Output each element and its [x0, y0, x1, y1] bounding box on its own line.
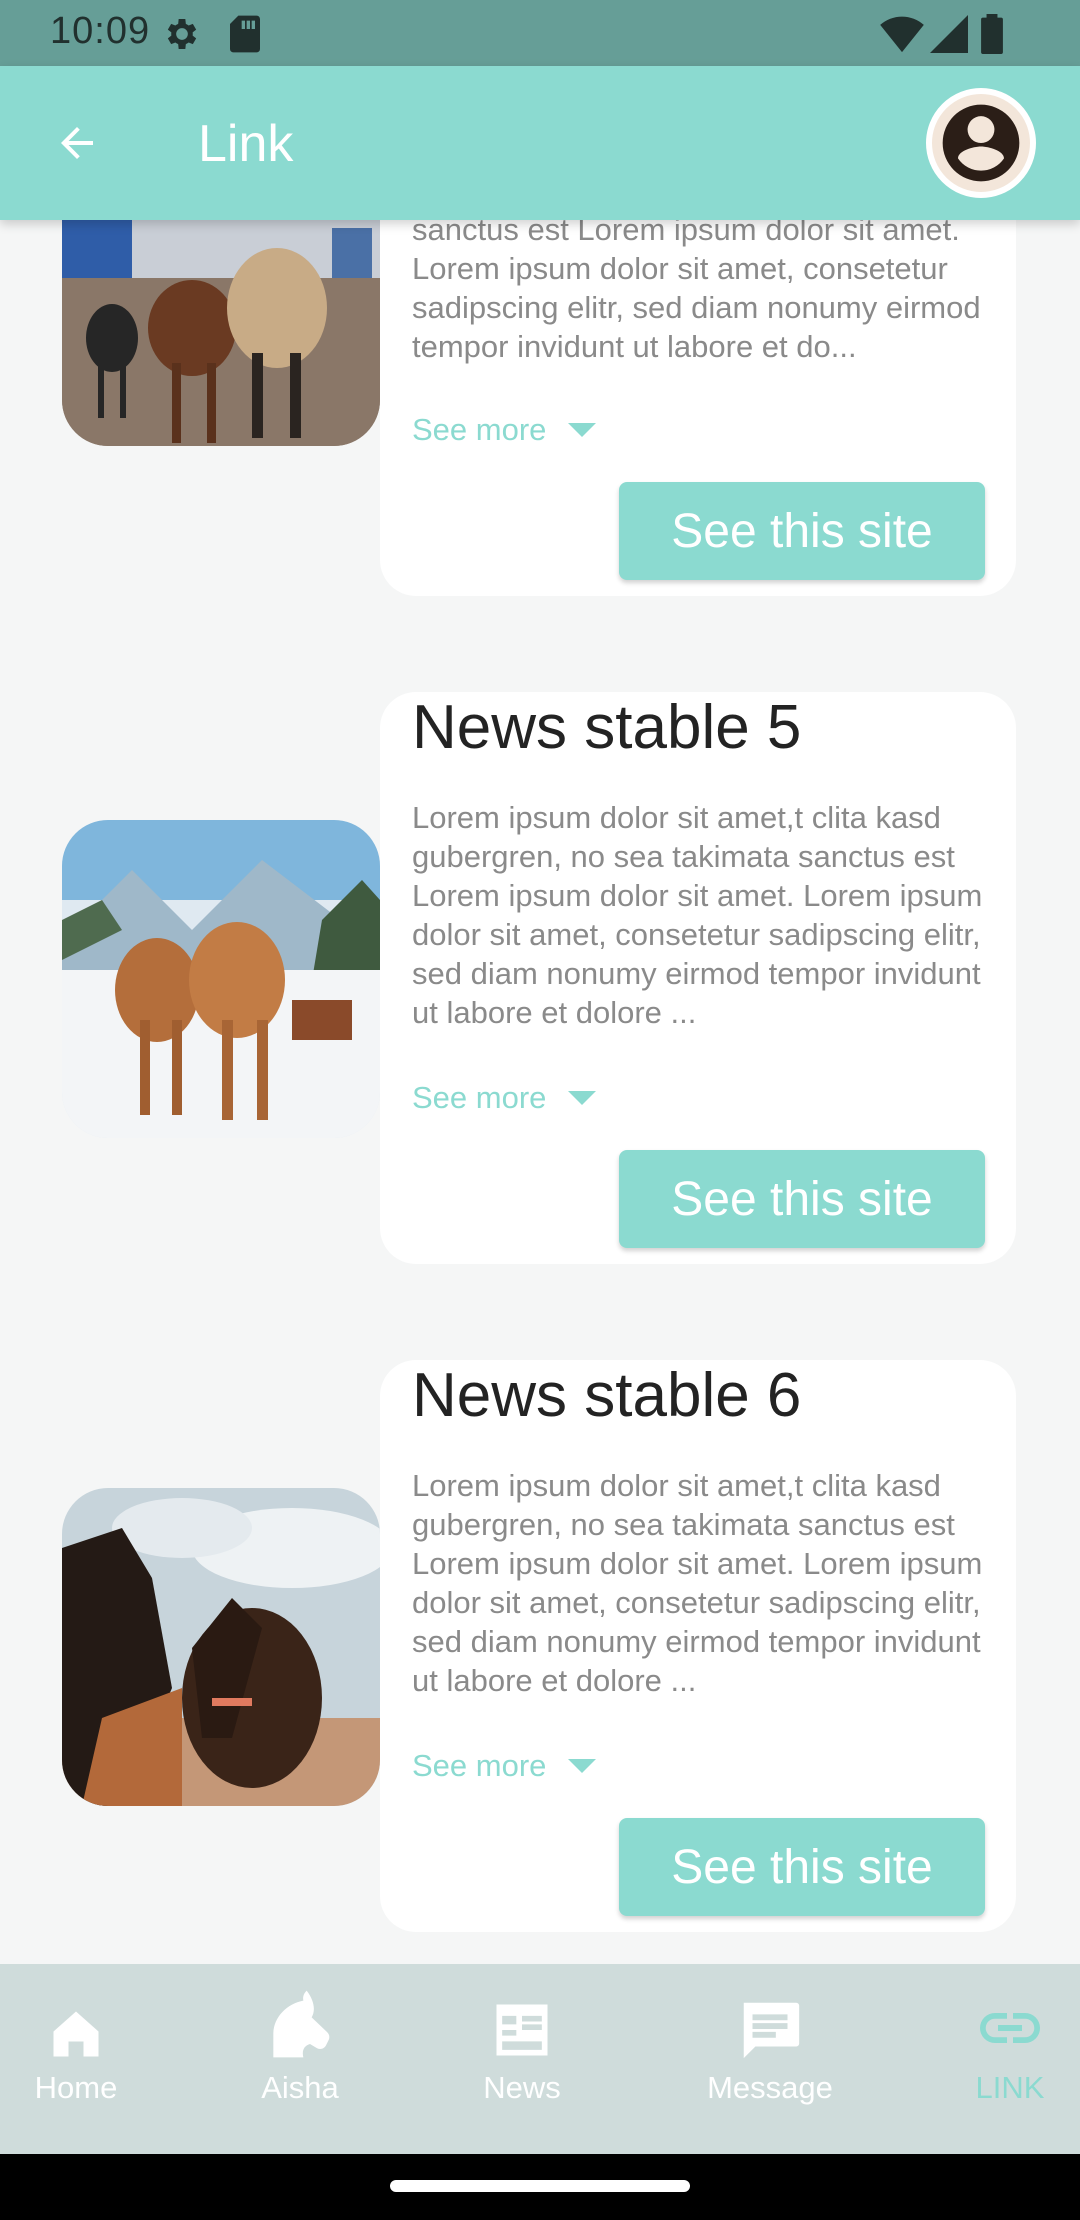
settings-gear-icon: [162, 14, 202, 59]
see-more-label: See more: [412, 1748, 547, 1783]
card-image-two-horses: [62, 1488, 380, 1806]
news-card: sanctus est Lorem ipsum dolor sit amet. …: [380, 220, 1016, 596]
nav-item-news[interactable]: News: [446, 1964, 598, 2154]
sd-card-icon: [228, 14, 262, 59]
see-more-label: See more: [412, 1080, 547, 1115]
news-card: News stable 5 Lorem ipsum dolor sit amet…: [380, 692, 1016, 1264]
expand-triangle-icon: [568, 423, 597, 437]
arrow-back-icon: [61, 127, 93, 159]
card-description: Lorem ipsum dolor sit amet,t clita kasd …: [412, 800, 983, 1030]
see-this-site-button[interactable]: See this site: [619, 1150, 985, 1248]
nav-item-aisha[interactable]: Aisha: [224, 1964, 376, 2154]
expand-triangle-icon: [568, 1091, 597, 1105]
nav-label-link: LINK: [975, 2070, 1045, 2105]
card-title: News stable 5: [412, 693, 802, 762]
nav-label-message: Message: [707, 2070, 833, 2105]
nav-label-aisha: Aisha: [261, 2070, 339, 2105]
see-more-toggle[interactable]: See more: [412, 1080, 597, 1116]
news-icon: [496, 2004, 548, 2056]
account-circle-icon: [942, 104, 1020, 182]
app-bar: Link: [0, 66, 1080, 220]
status-bar: 10:09: [0, 0, 1080, 66]
card-description: sanctus est Lorem ipsum dolor sit amet. …: [412, 220, 981, 364]
see-more-toggle[interactable]: See more: [412, 412, 597, 448]
card-title: News stable 6: [412, 1361, 802, 1430]
system-navigation-bar: [0, 2154, 1080, 2220]
see-this-site-button[interactable]: See this site: [619, 1818, 985, 1916]
page-title: Link: [198, 115, 294, 173]
horse-head-icon: [273, 1990, 330, 2058]
see-more-label: See more: [412, 412, 547, 447]
home-icon: [53, 2011, 99, 2057]
card-image-sleigh-horses: [62, 820, 380, 1138]
nav-item-message[interactable]: Message: [690, 1964, 850, 2154]
battery-icon: [980, 14, 1004, 59]
nav-item-home[interactable]: Home: [0, 1964, 152, 2154]
see-more-toggle[interactable]: See more: [412, 1748, 597, 1784]
avatar[interactable]: [926, 88, 1036, 198]
see-this-site-button[interactable]: See this site: [619, 482, 985, 580]
nav-item-link[interactable]: LINK: [940, 1964, 1080, 2154]
message-icon: [743, 2002, 800, 2059]
cell-signal-icon: [930, 14, 968, 59]
nav-label-home: Home: [34, 2070, 118, 2105]
link-list[interactable]: sanctus est Lorem ipsum dolor sit amet. …: [0, 220, 1080, 1964]
news-card: News stable 6 Lorem ipsum dolor sit amet…: [380, 1360, 1016, 1932]
bottom-navigation: Home Aisha News Message LINK: [0, 1964, 1080, 2154]
back-button[interactable]: [46, 112, 108, 174]
link-icon: [980, 2013, 1040, 2043]
wifi-icon: [880, 14, 924, 59]
nav-label-news: News: [483, 2070, 561, 2105]
card-description: Lorem ipsum dolor sit amet,t clita kasd …: [412, 1468, 983, 1698]
card-image-horses-running: [62, 220, 380, 446]
home-gesture-handle[interactable]: [390, 2180, 690, 2192]
expand-triangle-icon: [568, 1759, 597, 1773]
status-time: 10:09: [50, 10, 151, 52]
